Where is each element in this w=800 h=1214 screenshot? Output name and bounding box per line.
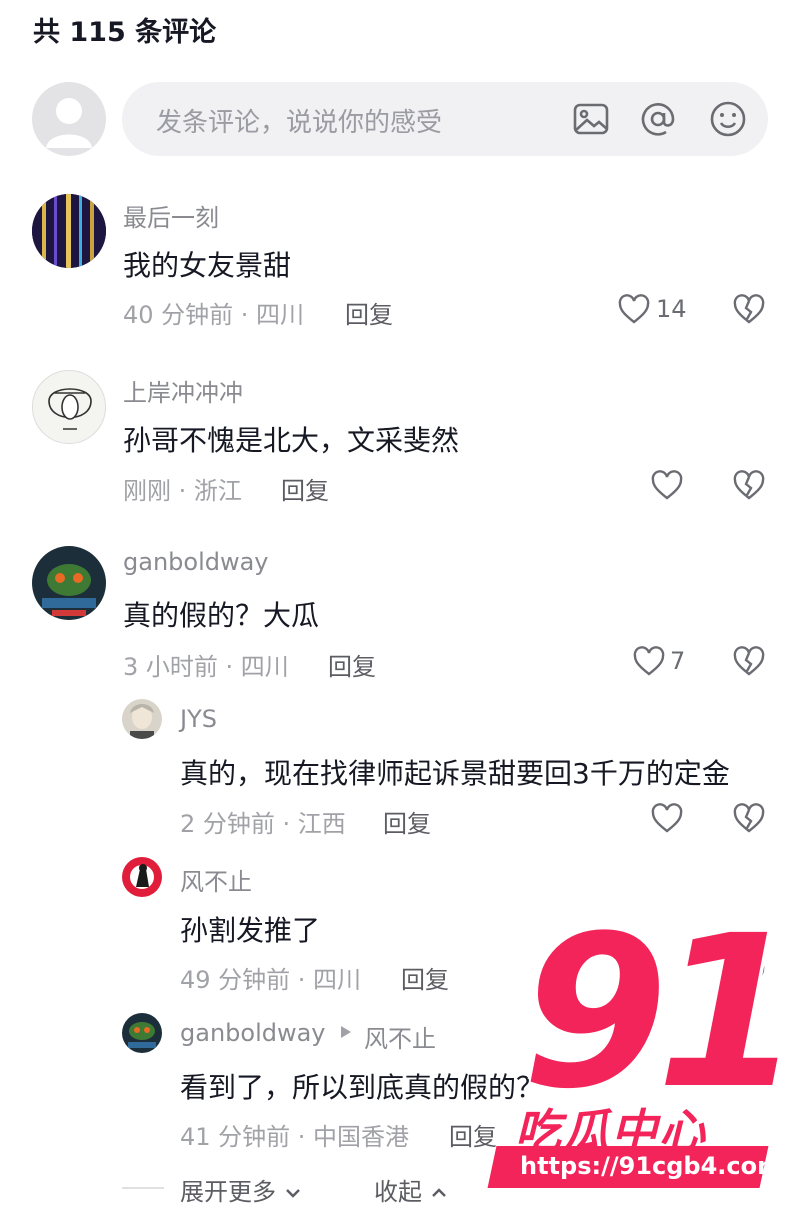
comment-time-location: 40 分钟前 · 四川: [123, 301, 305, 329]
reply-to-username[interactable]: 风不止: [364, 1019, 436, 1054]
broken-heart-icon[interactable]: [732, 293, 766, 327]
broken-heart-icon[interactable]: [732, 645, 766, 679]
reply-time-location: 41 分钟前 · 中国香港: [180, 1123, 410, 1151]
reply-text: 真的，现在找律师起诉景甜要回3千万的定金: [180, 757, 730, 790]
expand-more-button[interactable]: 展开更多: [180, 1172, 302, 1207]
watermark-url: https://91cgb4.com: [520, 1152, 783, 1180]
avatar[interactable]: [122, 1013, 162, 1053]
reply-username[interactable]: ganboldway: [180, 1019, 326, 1047]
collapse-label: 收起: [374, 1178, 422, 1206]
heart-icon[interactable]: [650, 469, 684, 503]
reply-button[interactable]: 回复: [401, 960, 449, 995]
watermark-number: 91: [522, 890, 800, 1135]
comment-username[interactable]: ganboldway: [123, 548, 269, 576]
reply-button[interactable]: 回复: [281, 471, 329, 506]
broken-heart-icon[interactable]: [732, 802, 766, 836]
heart-icon[interactable]: [650, 802, 684, 836]
reply-button[interactable]: 回复: [449, 1117, 497, 1152]
comment-count-title: 共 115 条评论: [33, 17, 217, 48]
chevron-up-icon: [431, 1188, 446, 1197]
comment-input-placeholder: 发条评论，说说你的感受: [156, 108, 443, 138]
like-count: 7: [670, 647, 686, 675]
emoji-icon[interactable]: [709, 100, 747, 138]
heart-icon[interactable]: [632, 645, 666, 679]
reply-text: 孙割发推了: [180, 914, 321, 947]
reply-username[interactable]: 风不止: [180, 862, 252, 897]
reply-button[interactable]: 回复: [383, 804, 431, 839]
divider: [122, 1187, 164, 1189]
reply-button[interactable]: 回复: [328, 647, 376, 682]
avatar[interactable]: [32, 546, 106, 620]
chevron-down-icon: [285, 1189, 300, 1198]
reply-time-location: 49 分钟前 · 四川: [180, 966, 362, 994]
collapse-button[interactable]: 收起: [374, 1172, 448, 1207]
comment-text: 孙哥不愧是北大，文采斐然: [123, 424, 460, 457]
avatar[interactable]: [122, 699, 162, 739]
comment-text: 我的女友景甜: [123, 249, 292, 282]
broken-heart-icon[interactable]: [732, 469, 766, 503]
comment-time-location: 3 小时前 · 四川: [123, 653, 289, 681]
image-icon[interactable]: [572, 100, 610, 138]
heart-icon[interactable]: [617, 293, 651, 327]
comment-text: 真的假的？大瓜: [123, 599, 320, 632]
my-avatar[interactable]: [32, 82, 106, 156]
comment-username[interactable]: 最后一刻: [123, 198, 219, 233]
comment-username[interactable]: 上岸冲冲冲: [123, 373, 243, 408]
comment-time-location: 刚刚 · 浙江: [123, 477, 242, 505]
avatar[interactable]: [122, 857, 162, 897]
avatar[interactable]: [32, 370, 106, 444]
expand-more-label: 展开更多: [180, 1178, 276, 1206]
like-count: 14: [656, 295, 687, 323]
avatar[interactable]: [32, 194, 106, 268]
at-icon[interactable]: [639, 100, 677, 138]
reply-time-location: 2 分钟前 · 江西: [180, 810, 346, 838]
reply-button[interactable]: 回复: [345, 295, 393, 330]
arrow-right-icon: [340, 1025, 352, 1043]
comment-input[interactable]: 发条评论，说说你的感受: [122, 82, 768, 156]
reply-text: 看到了，所以到底真的假的？: [180, 1071, 545, 1104]
reply-username[interactable]: JYS: [180, 705, 217, 733]
